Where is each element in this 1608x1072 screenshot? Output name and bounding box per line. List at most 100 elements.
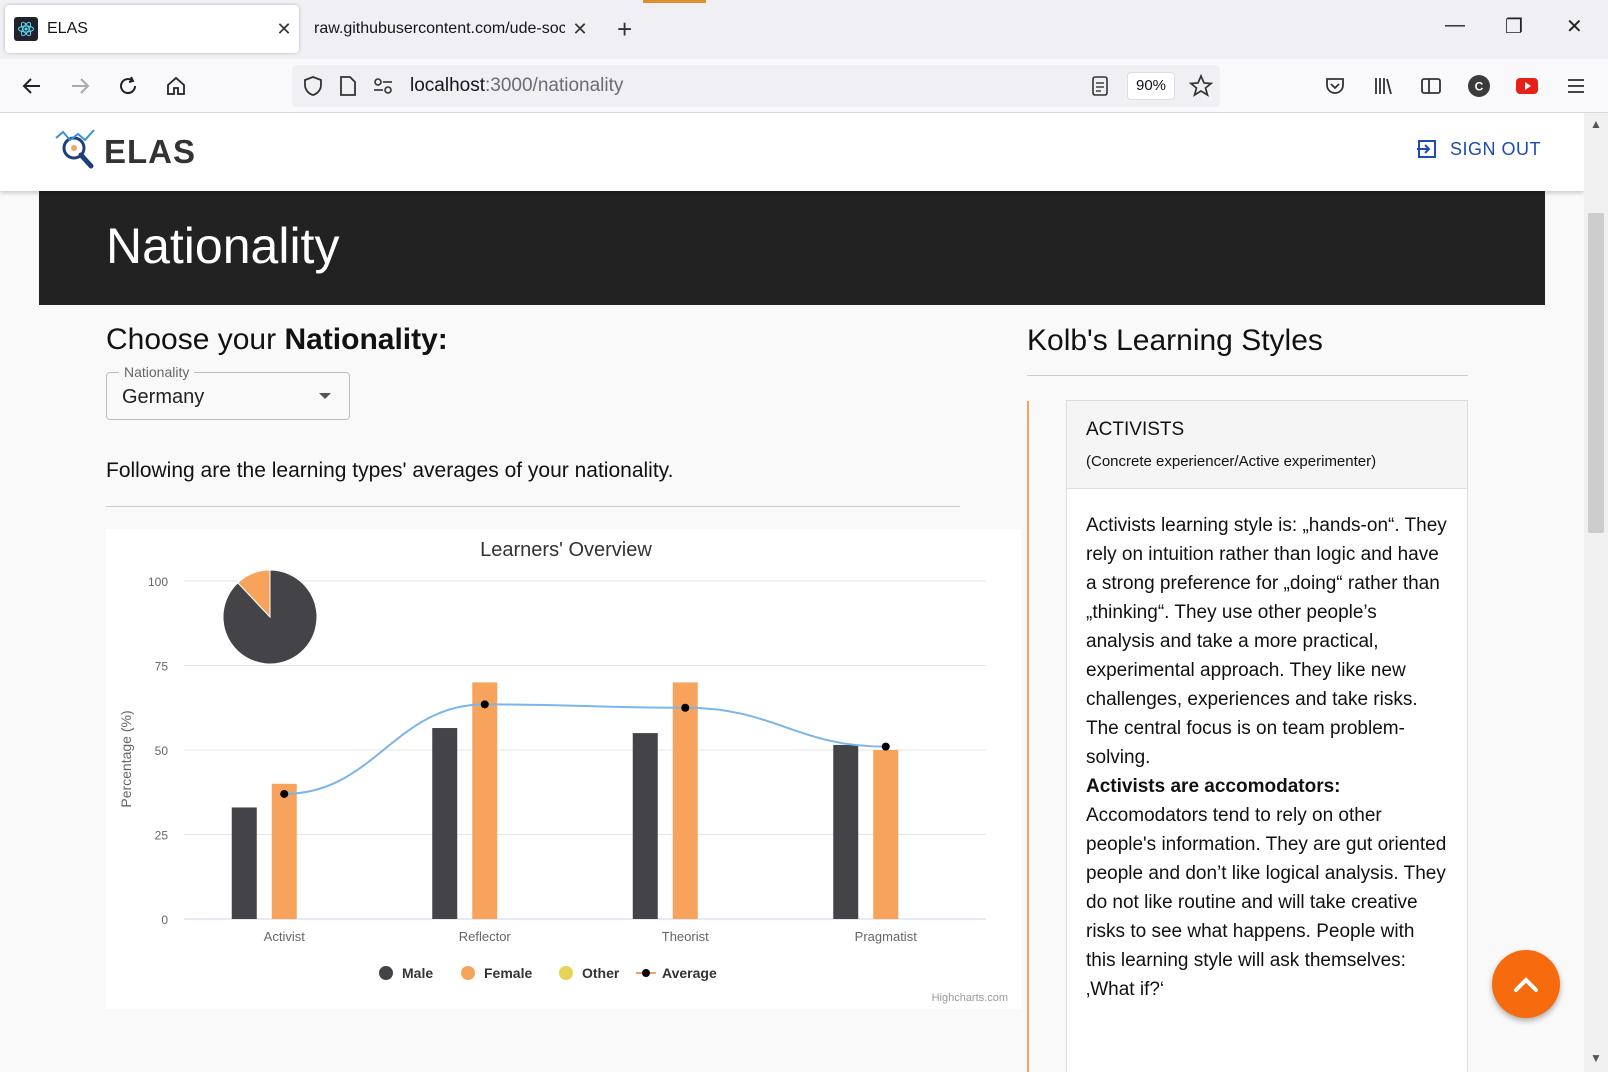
average-point[interactable] xyxy=(681,703,690,712)
nationality-select-value: Germany xyxy=(122,386,205,408)
tab-elas[interactable]: ELAS ✕ xyxy=(5,5,299,53)
scroll-down-icon[interactable]: ▼ xyxy=(1590,1051,1602,1065)
url-path: :3000/nationality xyxy=(485,75,624,96)
reader-view-icon[interactable] xyxy=(1090,75,1110,102)
chart-title: Learners' Overview xyxy=(480,539,652,561)
x-tick-label: Pragmatist xyxy=(855,929,918,944)
card-paragraph: ‚What if?‘ xyxy=(1086,979,1165,1000)
url-text[interactable]: localhost:3000/nationality xyxy=(410,75,623,97)
y-tick-label: 50 xyxy=(155,744,169,758)
bar-male[interactable] xyxy=(432,728,458,919)
x-tick-label: Activist xyxy=(264,929,306,944)
close-window-icon[interactable]: ✕ xyxy=(1566,14,1583,39)
intro-text: Following are the learning types' averag… xyxy=(106,459,674,482)
nationality-heading-bold: Nationality: xyxy=(284,323,448,356)
zoom-level-badge[interactable]: 90% xyxy=(1127,72,1175,100)
scroll-thumb[interactable] xyxy=(1588,213,1604,533)
legend-item-female[interactable]: Female xyxy=(484,965,532,981)
url-host: localhost xyxy=(410,75,485,96)
x-tick-label: Theorist xyxy=(662,929,709,944)
account-avatar-icon[interactable]: C xyxy=(1464,71,1494,101)
minimize-icon[interactable]: — xyxy=(1445,14,1465,37)
learning-style-card: ACTIVISTS (Concrete experiencer/Active e… xyxy=(1066,400,1468,1072)
nationality-select[interactable]: Nationality Germany xyxy=(106,364,350,420)
card-subtitle: (Concrete experiencer/Active experimente… xyxy=(1086,453,1377,470)
x-tick-label: Reflector xyxy=(459,929,512,944)
react-icon xyxy=(14,17,38,41)
y-tick-label: 100 xyxy=(148,575,168,589)
card-body: Activists learning style is: „hands-on“.… xyxy=(1067,489,1467,1026)
bar-female[interactable] xyxy=(672,682,698,919)
page-scrollbar[interactable]: ▲ ▼ xyxy=(1584,113,1608,1072)
bar-male[interactable] xyxy=(632,733,658,919)
close-tab-icon[interactable]: ✕ xyxy=(269,19,299,40)
svg-text:C: C xyxy=(1475,80,1484,94)
app-header: ELAS SIGN OUT xyxy=(0,113,1584,191)
sidebar-toggle-icon[interactable] xyxy=(1416,71,1446,101)
card-paragraph: Activists learning style is: „hands-on“.… xyxy=(1086,515,1447,768)
average-point[interactable] xyxy=(280,789,289,798)
sign-out-button[interactable]: SIGN OUT xyxy=(1416,138,1541,160)
legend-item-male[interactable]: Male xyxy=(402,965,433,981)
elas-logo-icon[interactable] xyxy=(54,128,98,177)
tab-title: raw.githubusercontent.com/ude-soc xyxy=(314,20,565,37)
tab-title: ELAS xyxy=(47,20,88,37)
sign-out-label: SIGN OUT xyxy=(1450,138,1542,159)
sign-out-icon xyxy=(1416,138,1438,160)
legend-item-average[interactable]: Average xyxy=(662,965,717,981)
card-header: ACTIVISTS (Concrete experiencer/Active e… xyxy=(1067,401,1467,489)
card-paragraph: Accomodators tend to rely on other peopl… xyxy=(1086,805,1447,971)
y-tick-label: 25 xyxy=(155,829,169,843)
app-logo-text[interactable]: ELAS xyxy=(104,133,196,171)
permissions-icon[interactable] xyxy=(372,76,394,101)
chart-credits[interactable]: Highcharts.com xyxy=(932,992,1008,1004)
tab-raw-github[interactable]: raw.githubusercontent.com/ude-soc ✕ xyxy=(305,5,595,53)
kolb-title: Kolb's Learning Styles xyxy=(1027,324,1323,357)
bar-male[interactable] xyxy=(231,807,257,919)
youtube-extension-icon[interactable] xyxy=(1512,71,1542,101)
page-title: Nationality xyxy=(106,218,340,274)
average-line[interactable] xyxy=(284,703,886,795)
library-icon[interactable] xyxy=(1368,71,1398,101)
legend-marker xyxy=(379,966,393,980)
forward-icon[interactable] xyxy=(65,71,95,101)
learners-overview-chart: Learners' Overview 0 25 50 75 100 Activist Ref… xyxy=(106,529,1021,1009)
dropdown-arrow-icon xyxy=(319,393,331,399)
legend-marker xyxy=(642,969,650,977)
card-title: ACTIVISTS xyxy=(1086,419,1185,440)
pie-chart xyxy=(222,569,318,665)
bar-female[interactable] xyxy=(472,682,498,919)
scroll-up-icon[interactable]: ▲ xyxy=(1590,117,1602,131)
restore-icon[interactable]: ❐ xyxy=(1505,14,1523,39)
page-icon[interactable] xyxy=(338,75,358,102)
close-tab-icon[interactable]: ✕ xyxy=(565,19,595,40)
nationality-select-label: Nationality xyxy=(119,364,195,380)
pocket-icon[interactable] xyxy=(1320,71,1350,101)
browser-nav-bar: localhost:3000/nationality 90% C xyxy=(0,59,1608,113)
legend-item-other[interactable]: Other xyxy=(582,965,620,981)
card-bold-heading: Activists are accomodators: xyxy=(1086,776,1341,797)
average-point[interactable] xyxy=(480,700,489,709)
menu-hamburger-icon[interactable] xyxy=(1561,71,1591,101)
nationality-heading: Choose your Nationality: xyxy=(106,323,448,357)
timeline-accent-line xyxy=(1027,401,1029,1072)
new-tab-icon[interactable]: + xyxy=(617,14,632,44)
y-tick-label: 75 xyxy=(155,660,169,674)
legend-marker xyxy=(461,966,475,980)
back-icon[interactable] xyxy=(17,71,47,101)
scroll-to-top-button[interactable] xyxy=(1492,950,1560,1018)
address-bar[interactable]: localhost:3000/nationality 90% xyxy=(292,65,1220,107)
tab-loading-indicator xyxy=(643,0,706,3)
shield-icon[interactable] xyxy=(302,75,324,102)
chart-legend: Male Female Other Average xyxy=(379,965,717,981)
reload-icon[interactable] xyxy=(113,71,143,101)
divider xyxy=(106,506,960,507)
bar-female[interactable] xyxy=(271,783,297,919)
chevron-up-icon xyxy=(1513,975,1539,993)
nationality-heading-prefix: Choose your xyxy=(106,323,285,356)
bookmark-star-icon[interactable] xyxy=(1188,73,1214,103)
home-icon[interactable] xyxy=(161,71,191,101)
bar-male[interactable] xyxy=(833,744,859,919)
average-point[interactable] xyxy=(881,742,890,751)
bar-female[interactable] xyxy=(873,750,899,919)
